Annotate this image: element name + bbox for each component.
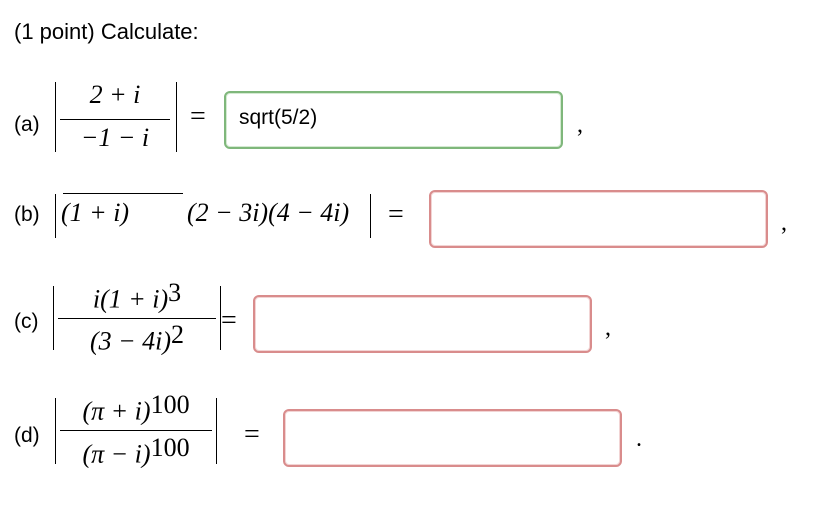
part-c-label: (c) <box>14 310 39 333</box>
part-a-denominator: −1 − i <box>80 123 150 152</box>
equals-sign: = <box>244 419 260 450</box>
problem-title: (1 point) Calculate: <box>14 19 199 44</box>
abs-bar-right <box>216 398 217 464</box>
denominator-exponent: 100 <box>150 433 190 462</box>
part-c-denominator: (3 − 4i)2 <box>58 320 216 356</box>
equals-sign: = <box>221 305 237 336</box>
abs-bar-left <box>55 82 56 152</box>
denominator-exponent: 2 <box>171 320 185 349</box>
fraction-line <box>60 430 212 431</box>
part-d-label: (d) <box>14 424 40 447</box>
equals-sign: = <box>388 199 404 230</box>
abs-bar-left <box>55 398 56 464</box>
numerator-exponent: 3 <box>168 278 182 307</box>
part-b-label: (b) <box>14 203 40 226</box>
abs-bar-right <box>176 82 177 152</box>
part-b-conjugate-term: (1 + i) <box>61 198 130 227</box>
conjugate-bar <box>63 193 183 194</box>
equals-sign: = <box>190 101 206 132</box>
answer-input-c[interactable] <box>253 295 592 353</box>
fraction-line <box>60 119 170 120</box>
answer-input-b[interactable] <box>429 190 768 248</box>
separator-comma: , <box>605 315 611 341</box>
fraction-line <box>58 318 216 319</box>
part-a-numerator: 2 + i <box>89 80 141 109</box>
separator-period: . <box>636 426 642 452</box>
abs-bar-left <box>53 286 54 350</box>
denominator-base: (3 − 4i) <box>89 326 172 356</box>
abs-bar-left <box>55 194 56 238</box>
part-c-numerator: i(1 + i)3 <box>58 278 216 314</box>
denominator-base: (π − i) <box>82 439 151 469</box>
part-d-denominator: (π − i)100 <box>60 433 212 469</box>
separator-comma: , <box>781 210 787 236</box>
part-b-product-term: (2 − 3i)(4 − 4i) <box>187 198 350 227</box>
numerator-base: (π + i) <box>82 396 151 426</box>
answer-input-d[interactable] <box>283 409 622 467</box>
separator-comma: , <box>577 112 583 138</box>
abs-bar-right <box>370 194 371 238</box>
numerator-exponent: 100 <box>150 390 190 419</box>
answer-input-a[interactable]: sqrt(5/2) <box>224 91 563 149</box>
part-a-label: (a) <box>14 113 40 136</box>
part-d-numerator: (π + i)100 <box>60 390 212 426</box>
numerator-base: i(1 + i) <box>92 284 169 314</box>
